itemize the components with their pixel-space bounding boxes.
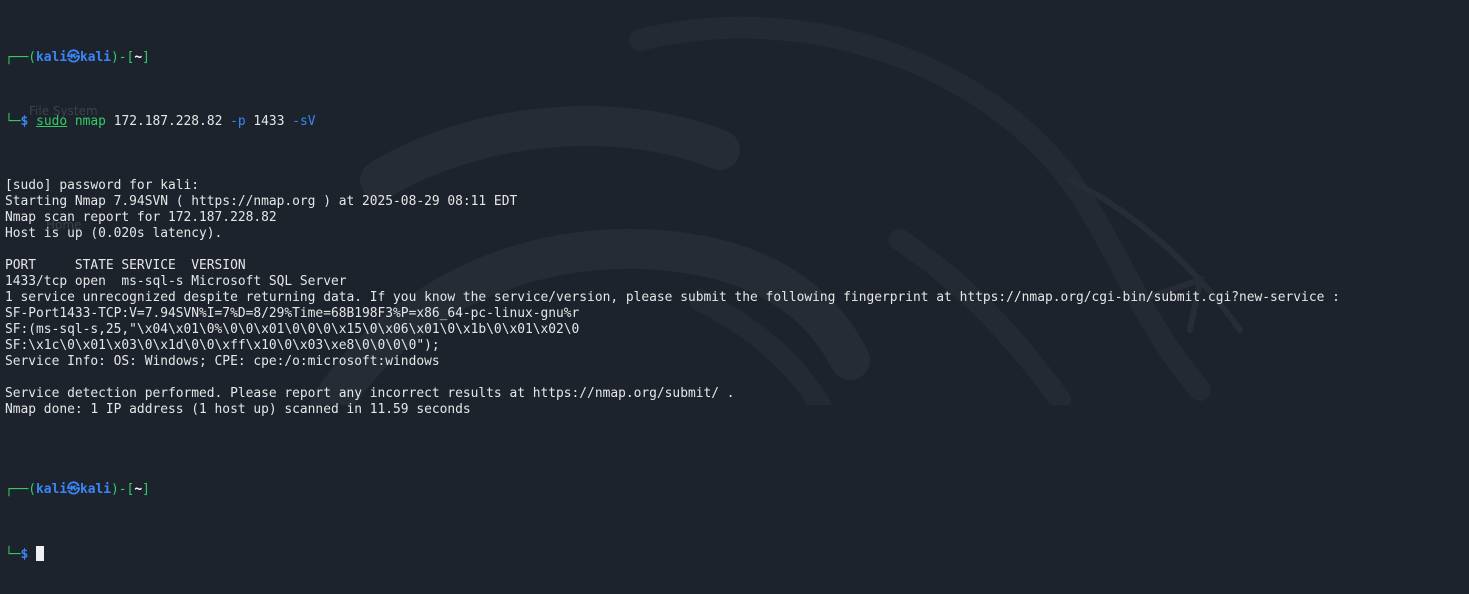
kali-skull-icon: ㉿ bbox=[67, 482, 80, 497]
command-output: [sudo] password for kali: Starting Nmap 7… bbox=[5, 178, 1465, 434]
output-line: SF:(ms-sql-s,25,"\x04\x01\0%\0\0\x01\0\0… bbox=[5, 322, 580, 337]
output-line: Nmap scan report for 172.187.228.82 bbox=[5, 210, 277, 225]
output-line: [sudo] password for kali: bbox=[5, 178, 200, 193]
prompt-top-line: ┌──(kali㉿kali)-[~] bbox=[5, 50, 1465, 66]
prompt-host: kali bbox=[79, 482, 112, 497]
output-line: Host is up (0.020s latency). bbox=[5, 226, 223, 241]
prompt-end: ] bbox=[142, 50, 150, 65]
command-version-flag: -sV bbox=[292, 114, 316, 129]
prompt-user: kali bbox=[36, 50, 68, 65]
prompt-user: kali bbox=[36, 482, 68, 497]
output-line: SF:\x1c\0\x01\x03\0\x1d\0\0\xff\x10\0\x0… bbox=[5, 338, 440, 353]
prompt-corner-top: ┌──( bbox=[5, 482, 37, 497]
command-line: └─$ sudo nmap 172.187.228.82 -p 1433 -sV bbox=[5, 114, 1465, 130]
output-line: Service detection performed. Please repo… bbox=[5, 386, 735, 401]
output-line: Nmap done: 1 IP address (1 host up) scan… bbox=[5, 402, 471, 417]
output-line: 1433/tcp open ms-sql-s Microsoft SQL Ser… bbox=[5, 274, 347, 289]
command-program: nmap bbox=[74, 114, 106, 129]
prompt-top-line-2: ┌──(kali㉿kali)-[~] bbox=[5, 482, 1465, 498]
prompt-symbol: $ bbox=[20, 114, 29, 129]
text-cursor[interactable] bbox=[36, 546, 45, 561]
output-line: Service Info: OS: Windows; CPE: cpe:/o:m… bbox=[5, 354, 440, 369]
kali-skull-icon: ㉿ bbox=[67, 50, 80, 65]
command-port: 1433 bbox=[253, 114, 285, 129]
command-sudo: sudo bbox=[36, 114, 68, 129]
prompt-end: ] bbox=[142, 482, 150, 497]
output-line: PORT STATE SERVICE VERSION bbox=[5, 258, 246, 273]
prompt-host: kali bbox=[79, 50, 112, 65]
prompt-path: ~ bbox=[134, 50, 143, 65]
output-line: SF-Port1433-TCP:V=7.94SVN%I=7%D=8/29%Tim… bbox=[5, 306, 580, 321]
prompt-corner-bottom: └─ bbox=[5, 547, 21, 562]
prompt-path: ~ bbox=[134, 482, 143, 497]
prompt-corner-bottom: └─ bbox=[5, 114, 21, 129]
prompt-symbol: $ bbox=[20, 547, 29, 562]
command-port-flag: -p bbox=[230, 114, 246, 129]
terminal-output[interactable]: ┌──(kali㉿kali)-[~] └─$ sudo nmap 172.187… bbox=[5, 2, 1465, 594]
output-line: Starting Nmap 7.94SVN ( https://nmap.org… bbox=[5, 194, 518, 209]
output-line: 1 service unrecognized despite returning… bbox=[5, 290, 1340, 305]
input-line[interactable]: └─$ bbox=[5, 546, 1465, 562]
prompt-mid: )-[ bbox=[111, 50, 135, 65]
command-target: 172.187.228.82 bbox=[113, 114, 223, 129]
prompt-corner-top: ┌──( bbox=[5, 50, 37, 65]
prompt-mid: )-[ bbox=[111, 482, 135, 497]
